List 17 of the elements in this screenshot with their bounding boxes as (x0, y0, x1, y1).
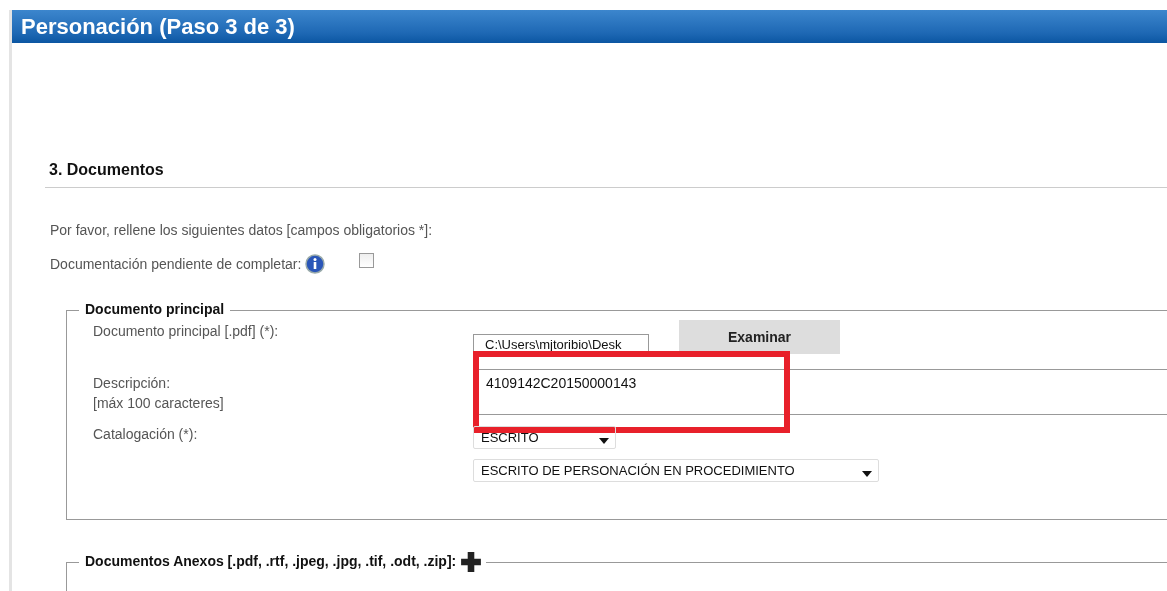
section-title: 3. Documentos (45, 151, 1167, 188)
description-hint: [máx 100 caracteres] (93, 394, 225, 413)
pending-checkbox[interactable] (359, 252, 375, 268)
subtype-dropdown[interactable]: ESCRITO DE PERSONACIÓN EN PROCEDIMIENTO (473, 459, 879, 482)
file-label: Documento principal [.pdf] (*): (92, 323, 280, 341)
caret-icon (862, 470, 872, 477)
group-legend: Documento principal (79, 301, 231, 317)
browse-button[interactable]: Examinar (679, 320, 840, 354)
pending-label: Documentación pendiente de completar: (50, 256, 302, 272)
description-label: Descripción: (93, 374, 172, 393)
caret-icon (599, 437, 609, 444)
catalog-label: Catalogación (*): (92, 426, 199, 444)
instructions-text: Por favor, rellene los siguientes datos [campos obligatorios *]: (50, 222, 434, 238)
file-path-field[interactable]: C:\Users\mjtoribio\Desk (473, 334, 649, 354)
info-icon[interactable] (305, 254, 326, 274)
type-dropdown[interactable]: ESCRITO (473, 426, 616, 449)
page-title: Personación (Paso 3 de 3) (21, 14, 295, 39)
